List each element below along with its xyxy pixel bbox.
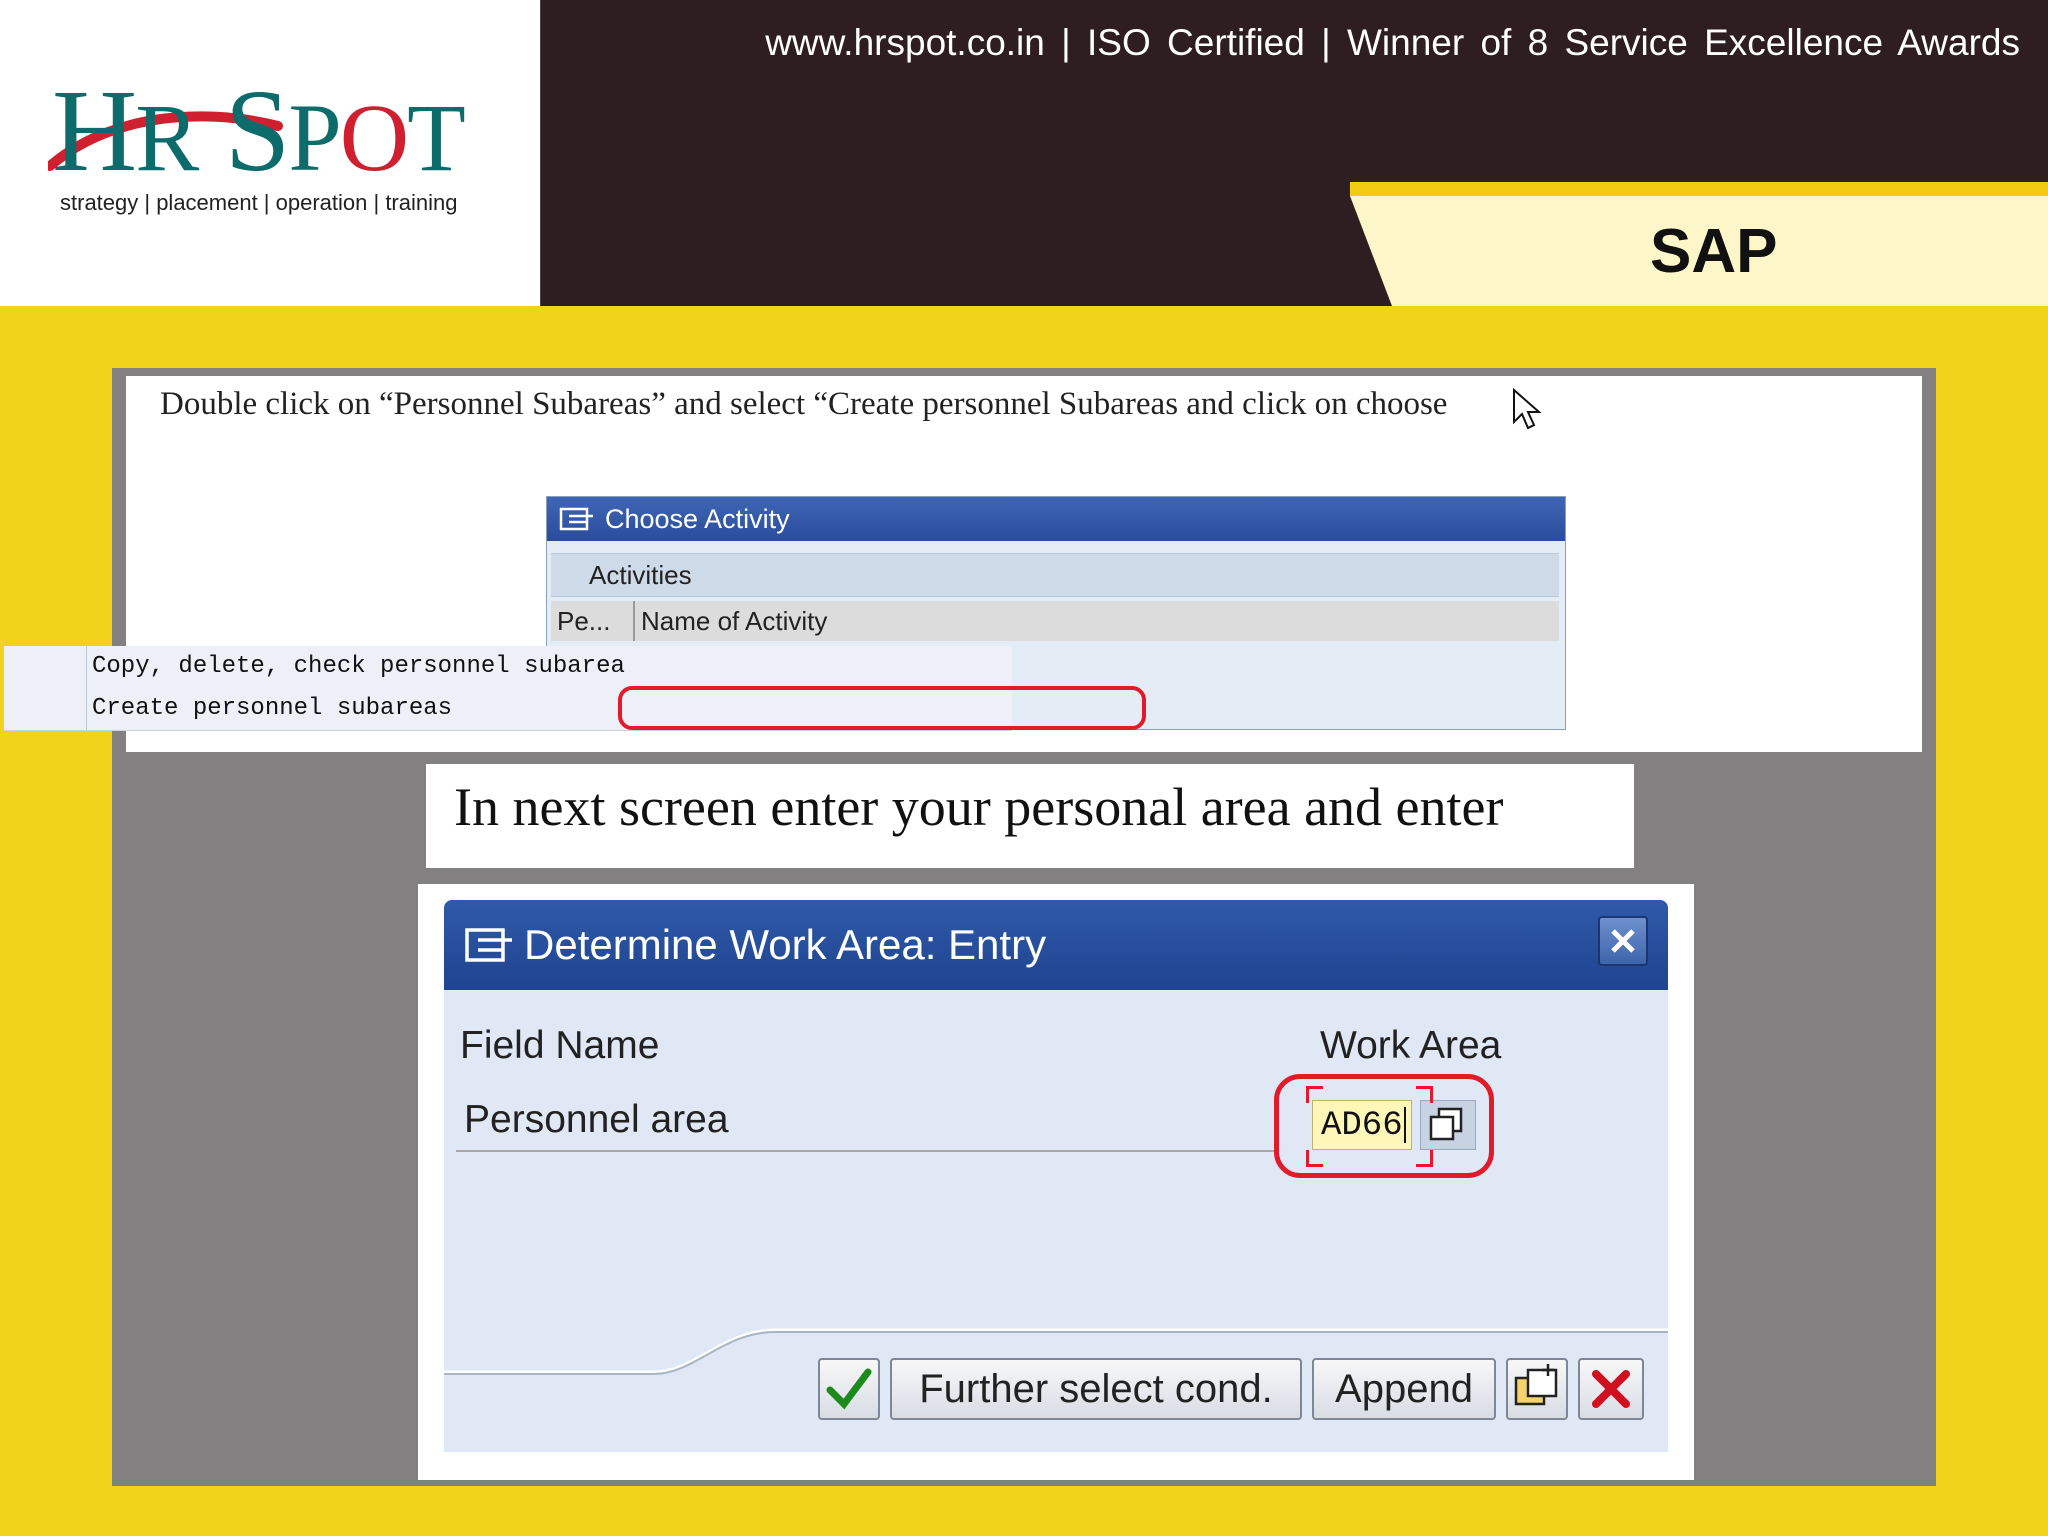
section-title: SAP — [1650, 217, 1778, 286]
dialog-icon — [465, 928, 512, 962]
row-divider — [456, 1150, 1276, 1152]
work-area-title: Determine Work Area: Entry — [524, 921, 1047, 968]
sap-accent-bar — [1350, 182, 2048, 196]
header-banner: HR SPOT strategy | placement | operation… — [0, 0, 2048, 306]
dialog-icon — [559, 507, 593, 531]
highlight-create-activity — [618, 686, 1146, 730]
activity-name: Copy, delete, check personnel subarea — [92, 653, 625, 680]
append-button[interactable]: Append — [1312, 1358, 1496, 1420]
close-icon — [1611, 929, 1635, 953]
hr-spot-logo: HR SPOT — [48, 72, 466, 197]
activities-header: Activities — [551, 553, 1559, 597]
close-button[interactable] — [1598, 916, 1648, 966]
column-separator — [633, 601, 635, 641]
choose-activity-titlebar: Choose Activity — [547, 497, 1565, 541]
mouse-cursor-icon — [1513, 388, 1542, 430]
activity-name: Create personnel subareas — [92, 695, 453, 722]
step1-instruction: Double click on “Personnel Subareas” and… — [160, 386, 1448, 422]
column-header-name[interactable]: Name of Activity — [641, 601, 827, 641]
new-entries-button[interactable] — [1506, 1358, 1568, 1420]
choose-activity-title: Choose Activity — [605, 504, 790, 534]
check-icon — [826, 1368, 872, 1410]
new-entries-icon — [1514, 1364, 1558, 1406]
personnel-area-label: Personnel area — [464, 1098, 729, 1141]
logo-tagline: strategy | placement | operation | train… — [60, 190, 458, 215]
cancel-icon — [1592, 1370, 1630, 1408]
activity-table-header: Pe... Name of Activity — [551, 601, 1559, 641]
cell-separator — [86, 646, 87, 688]
work-area-header: Work Area — [1320, 1024, 1502, 1067]
cancel-button[interactable] — [1578, 1358, 1644, 1420]
column-header-pe[interactable]: Pe... — [557, 601, 610, 641]
work-area-titlebar: Determine Work Area: Entry — [444, 900, 1668, 990]
step2-instruction: In next screen enter your personal area … — [454, 777, 1504, 837]
further-select-button[interactable]: Further select cond. — [890, 1358, 1302, 1420]
activity-row-copy[interactable]: Copy, delete, check personnel subarea — [4, 646, 1012, 689]
field-name-header: Field Name — [460, 1024, 660, 1067]
cell-separator — [86, 688, 87, 730]
logo-area: HR SPOT strategy | placement | operation… — [0, 0, 541, 306]
header-credentials: www.hrspot.co.in | ISO Certified | Winne… — [765, 22, 2020, 63]
ok-button[interactable] — [818, 1358, 880, 1420]
highlight-work-area — [1274, 1074, 1494, 1178]
activities-label: Activities — [589, 560, 692, 590]
